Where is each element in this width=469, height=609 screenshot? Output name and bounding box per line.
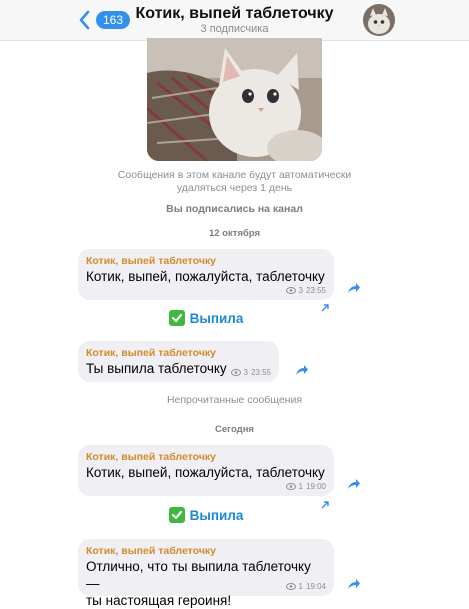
- date-separator: Сегодня: [215, 424, 254, 435]
- message-text: Котик, выпей, пожалуйста, таблеточку: [86, 465, 325, 480]
- chat-header: 163 Котик, выпей таблеточку 3 подписчика: [0, 0, 469, 41]
- eye-icon: [230, 369, 241, 376]
- share-arrow-icon[interactable]: [347, 282, 361, 294]
- inline-button-label: Выпила: [189, 507, 244, 523]
- message-time: 23:55: [305, 286, 326, 295]
- message-bubble[interactable]: Котик, выпей таблеточку Котик, выпей, по…: [78, 249, 334, 300]
- external-arrow-icon: [321, 304, 329, 312]
- view-count: 3: [243, 368, 248, 377]
- check-mark-icon: [168, 310, 185, 326]
- message-text: Котик, выпей, пожалуйста, таблеточку: [86, 269, 325, 284]
- subscriber-count: 3 подписчика: [200, 23, 269, 35]
- message-sender: Котик, выпей таблеточку: [86, 451, 217, 463]
- unread-messages-separator: Непрочитанные сообщения: [166, 394, 303, 406]
- inline-button-vypila[interactable]: Выпила: [78, 308, 334, 328]
- subscribed-notice: Вы подписались на канал: [166, 203, 303, 215]
- share-arrow-icon[interactable]: [295, 364, 309, 376]
- share-arrow-icon[interactable]: [347, 478, 361, 490]
- message-bubble[interactable]: Котик, выпей таблеточку Котик, выпей, по…: [78, 445, 334, 496]
- message-meta: 1 19:00: [285, 482, 326, 491]
- message-bubble[interactable]: Котик, выпей таблеточку Отлично, что ты …: [78, 539, 334, 608]
- share-arrow-icon[interactable]: [347, 578, 361, 590]
- kitten-photo-image: [147, 38, 322, 161]
- message-bubble[interactable]: Котик, выпей таблеточку Ты выпила таблет…: [78, 341, 279, 382]
- view-count: 1: [298, 482, 303, 491]
- kitten-avatar-icon: [363, 4, 395, 36]
- message-meta: 1 19:04: [285, 582, 326, 591]
- message-time: 19:04: [305, 582, 326, 591]
- autodelete-notice-line-2: удаляться через 1 день: [176, 182, 293, 194]
- autodelete-notice-line-1: Сообщения в этом канале будут автоматиче…: [117, 169, 352, 181]
- channel-avatar[interactable]: [363, 4, 395, 36]
- external-arrow-icon: [321, 501, 329, 509]
- view-count: 3: [298, 286, 303, 295]
- inline-button-vypila[interactable]: Выпила: [78, 505, 334, 525]
- message-sender: Котик, выпей таблеточку: [86, 347, 217, 359]
- message-sender: Котик, выпей таблеточку: [86, 545, 217, 557]
- date-separator: 12 октября: [208, 228, 261, 239]
- eye-icon: [285, 483, 296, 490]
- message-meta: 3 23:55: [285, 286, 326, 295]
- message-text-line-2: ты настоящая героиня!: [86, 593, 232, 608]
- message-meta: 3 23:55: [230, 368, 271, 377]
- message-sender: Котик, выпей таблеточку: [86, 255, 217, 267]
- check-mark-icon: [168, 507, 185, 523]
- view-count: 1: [298, 582, 303, 591]
- channel-photo[interactable]: [147, 38, 322, 161]
- eye-icon: [285, 583, 296, 590]
- inline-button-label: Выпила: [189, 310, 244, 326]
- message-time: 19:00: [305, 482, 326, 491]
- message-time: 23:55: [250, 368, 271, 377]
- channel-title[interactable]: Котик, выпей таблеточку: [0, 5, 469, 23]
- eye-icon: [285, 287, 296, 294]
